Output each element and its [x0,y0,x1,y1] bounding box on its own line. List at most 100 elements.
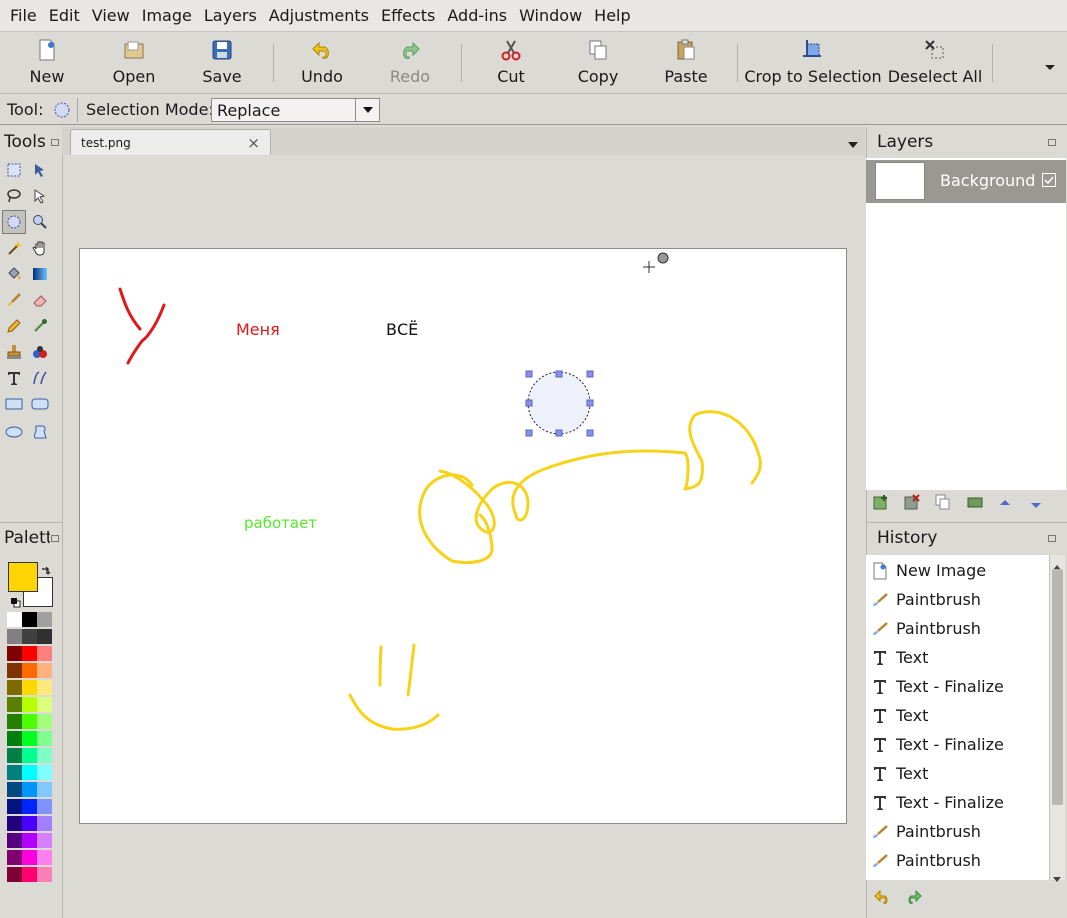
tabs-menu-chevron-icon[interactable] [848,135,858,153]
cut-button[interactable]: Cut [476,32,546,94]
palette-swatch[interactable] [7,714,22,729]
palette-swatch[interactable] [22,612,37,627]
move-selected-tool-icon[interactable] [28,158,52,182]
layers-panel-pin-icon[interactable] [1048,139,1056,146]
paste-button[interactable]: Paste [651,32,721,94]
palette-swatch[interactable] [22,748,37,763]
recolor-tool-icon[interactable] [28,340,52,364]
palette-swatch[interactable] [22,629,37,644]
menu-effects[interactable]: Effects [375,0,441,32]
menu-file[interactable]: File [4,0,43,32]
history-panel-pin-icon[interactable] [1048,535,1056,542]
line-curve-tool-icon[interactable] [28,366,52,390]
history-undo-icon[interactable] [874,889,892,908]
text-tool-icon[interactable] [2,366,26,390]
palette-swatch[interactable] [7,680,22,695]
palette-swatch[interactable] [7,816,22,831]
toolbar-overflow-chevron-icon[interactable] [1044,58,1056,76]
palette-swatch[interactable] [37,816,52,831]
menu-adjustments[interactable]: Adjustments [263,0,375,32]
merge-layer-down-icon[interactable] [967,494,983,514]
palette-swatch[interactable] [7,765,22,780]
palette-swatch[interactable] [37,833,52,848]
palette-swatch[interactable] [7,748,22,763]
palette-swatch[interactable] [7,833,22,848]
palette-swatch[interactable] [22,799,37,814]
history-item[interactable]: Text [870,643,928,672]
palette-swatch[interactable] [37,765,52,780]
eraser-tool-icon[interactable] [28,288,52,312]
layer-visibility-checkbox-icon[interactable] [1042,173,1056,191]
palette-swatch[interactable] [37,731,52,746]
history-item[interactable]: Text - Finalize [870,788,1004,817]
rectangle-tool-icon[interactable] [2,392,26,416]
save-button[interactable]: Save [187,32,257,94]
undo-button[interactable]: Undo [287,32,357,94]
history-item[interactable]: New Image [870,556,986,585]
palette-swatch[interactable] [37,714,52,729]
palette-swatch[interactable] [7,663,22,678]
palette-swatch[interactable] [7,646,22,661]
add-layer-icon[interactable] [873,494,889,514]
palette-swatch[interactable] [22,833,37,848]
primary-color-swatch[interactable] [8,562,38,592]
palette-panel-pin-icon[interactable] [51,535,59,542]
palette-swatch[interactable] [37,697,52,712]
magic-wand-tool-icon[interactable] [2,236,26,260]
palette-swatch[interactable] [7,782,22,797]
history-item[interactable]: Text - Finalize [870,672,1004,701]
palette-swatch[interactable] [37,850,52,865]
delete-layer-icon[interactable] [904,494,920,514]
pencil-tool-icon[interactable] [2,314,26,338]
rounded-rectangle-tool-icon[interactable] [28,392,52,416]
scroll-down-arrow-icon[interactable] [1052,869,1062,887]
palette-swatch[interactable] [37,612,52,627]
move-selection-tool-icon[interactable] [28,184,52,208]
palette-swatch[interactable] [22,765,37,780]
history-item[interactable]: Text [870,759,928,788]
palette-swatch[interactable] [37,646,52,661]
selection-mode-dropdown[interactable]: Replace [211,98,380,122]
palette-swatch[interactable] [22,850,37,865]
palette-swatch[interactable] [7,697,22,712]
paintbrush-tool-icon[interactable] [2,288,26,312]
palette-swatch[interactable] [7,612,22,627]
gradient-tool-icon[interactable] [28,262,52,286]
menu-image[interactable]: Image [136,0,198,32]
duplicate-layer-icon[interactable] [935,494,951,514]
layer-row-background[interactable]: Background [866,160,1066,203]
palette-swatch[interactable] [22,680,37,695]
history-item[interactable]: Paintbrush [870,846,981,875]
palette-swatch[interactable] [22,867,37,882]
tab-close-icon[interactable]: × [247,130,260,156]
swap-colors-icon[interactable] [40,563,51,581]
copy-button[interactable]: Copy [563,32,633,94]
ellipse-select-tool-icon[interactable] [2,210,26,234]
deselect-all-button[interactable]: Deselect All [886,32,984,94]
palette-swatch[interactable] [37,629,52,644]
reset-colors-icon[interactable] [10,594,21,612]
palette-swatch[interactable] [7,799,22,814]
pan-hand-tool-icon[interactable] [28,236,52,260]
palette-swatch[interactable] [22,782,37,797]
clone-stamp-tool-icon[interactable] [2,340,26,364]
document-tab[interactable]: test.png × [70,129,271,156]
palette-swatch[interactable] [7,731,22,746]
palette-swatch[interactable] [37,799,52,814]
palette-swatch[interactable] [37,680,52,695]
palette-swatch[interactable] [22,731,37,746]
history-item[interactable]: Text - Finalize [870,730,1004,759]
redo-button[interactable]: Redo [375,32,445,94]
lasso-select-tool-icon[interactable] [2,184,26,208]
freeform-shape-tool-icon[interactable] [28,420,52,444]
palette-swatch[interactable] [37,782,52,797]
palette-swatch[interactable] [22,697,37,712]
history-redo-icon[interactable] [904,889,922,908]
palette-swatch[interactable] [22,663,37,678]
menu-help[interactable]: Help [588,0,636,32]
menu-addins[interactable]: Add-ins [441,0,513,32]
history-scrollbar[interactable] [1049,555,1065,882]
zoom-tool-icon[interactable] [28,210,52,234]
palette-swatch[interactable] [7,629,22,644]
rectangle-select-tool-icon[interactable] [2,158,26,182]
